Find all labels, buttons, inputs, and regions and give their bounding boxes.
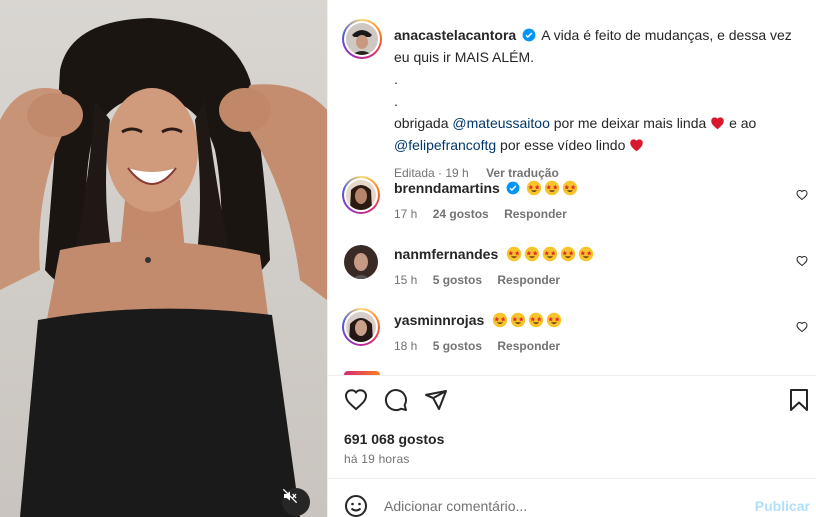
mention-link[interactable]: @mateussaitoo bbox=[452, 115, 549, 131]
comment-item: nanmfernandes 15 h 5 gostos Responder bbox=[342, 240, 812, 290]
caption-thanks-2: @felipefrancoftg por esse vídeo lindo bbox=[394, 134, 804, 156]
emoji-icon[interactable] bbox=[344, 494, 368, 517]
author-username[interactable]: anacastelacantora bbox=[394, 27, 516, 43]
comment-input[interactable]: Adicionar comentário... bbox=[384, 498, 527, 514]
muted-speaker-icon bbox=[282, 488, 298, 504]
comment-emojis bbox=[526, 180, 580, 196]
star-struck-emoji-icon bbox=[542, 246, 558, 262]
commenter-avatar[interactable] bbox=[342, 176, 380, 214]
star-struck-emoji-icon bbox=[560, 246, 576, 262]
comment-composer: Adicionar comentário... Publicar bbox=[344, 494, 814, 517]
share-icon[interactable] bbox=[424, 388, 448, 412]
comment-icon[interactable] bbox=[384, 388, 408, 412]
verified-icon bbox=[522, 28, 536, 42]
divider bbox=[328, 478, 816, 479]
reply-button[interactable]: Responder bbox=[497, 339, 560, 353]
comment-emojis bbox=[506, 246, 596, 262]
star-struck-emoji-icon bbox=[578, 246, 594, 262]
verified-icon bbox=[506, 181, 520, 195]
red-heart-emoji-icon bbox=[711, 117, 724, 130]
comment-emojis bbox=[492, 312, 564, 328]
comment-time[interactable]: 18 h bbox=[394, 339, 417, 353]
reply-button[interactable]: Responder bbox=[504, 207, 567, 221]
commenter-username[interactable]: nanmfernandes bbox=[394, 246, 498, 262]
comment-heart-icon[interactable] bbox=[796, 255, 808, 267]
star-struck-emoji-icon bbox=[524, 246, 540, 262]
reply-button[interactable]: Responder bbox=[497, 273, 560, 287]
action-bar bbox=[342, 388, 812, 416]
commenter-username[interactable]: brenndamartins bbox=[394, 180, 500, 196]
star-struck-emoji-icon bbox=[510, 312, 526, 328]
post-photo bbox=[0, 18, 327, 517]
star-struck-emoji-icon bbox=[528, 312, 544, 328]
caption-thanks-prefix: obrigada bbox=[394, 115, 449, 131]
star-struck-emoji-icon bbox=[562, 180, 577, 196]
caption-thanks-mid: por me deixar mais linda bbox=[553, 115, 707, 131]
divider bbox=[328, 375, 816, 376]
caption-dot: . bbox=[394, 93, 398, 109]
post-time: há 19 horas bbox=[344, 452, 410, 466]
likes-count[interactable]: 691 068 gostos bbox=[344, 431, 444, 447]
publish-button[interactable]: Publicar bbox=[755, 498, 810, 514]
comment-likes[interactable]: 5 gostos bbox=[433, 273, 482, 287]
star-struck-emoji-icon bbox=[492, 312, 508, 328]
post-caption: anacastelacantora A vida é feito de muda… bbox=[394, 24, 804, 184]
post-media[interactable] bbox=[0, 0, 327, 517]
star-struck-emoji-icon bbox=[546, 312, 562, 328]
comment-likes[interactable]: 24 gostos bbox=[433, 207, 489, 221]
comment-item: yasminnrojas 18 h 5 gostos Responder bbox=[342, 306, 812, 356]
mute-button[interactable] bbox=[282, 488, 310, 516]
comment-time[interactable]: 15 h bbox=[394, 273, 417, 287]
commenter-username[interactable]: yasminnrojas bbox=[394, 312, 484, 328]
star-struck-emoji-icon bbox=[544, 180, 559, 196]
comment-heart-icon[interactable] bbox=[796, 321, 808, 333]
author-avatar[interactable] bbox=[342, 19, 382, 59]
commenter-avatar[interactable] bbox=[344, 245, 378, 279]
mention-link[interactable]: @felipefrancoftg bbox=[394, 137, 496, 153]
bookmark-icon[interactable] bbox=[788, 388, 810, 412]
comment-likes[interactable]: 5 gostos bbox=[433, 339, 482, 353]
comment-time[interactable]: 17 h bbox=[394, 207, 417, 221]
caption-thanks-and: e ao bbox=[729, 115, 757, 131]
heart-icon[interactable] bbox=[344, 388, 368, 412]
red-heart-emoji-icon bbox=[630, 139, 643, 152]
star-struck-emoji-icon bbox=[506, 246, 522, 262]
comment-heart-icon[interactable] bbox=[796, 189, 808, 201]
caption-dot: . bbox=[394, 71, 398, 87]
post-detail-panel: anacastelacantora A vida é feito de muda… bbox=[327, 0, 816, 517]
commenter-avatar[interactable] bbox=[342, 308, 380, 346]
caption-thanks: obrigada @mateussaitoo por me deixar mai… bbox=[394, 112, 804, 134]
star-struck-emoji-icon bbox=[526, 180, 541, 196]
caption-thanks-end: por esse vídeo lindo bbox=[500, 137, 626, 153]
comment-item: brenndamartins 17 h 24 gostos Responder bbox=[342, 174, 812, 224]
